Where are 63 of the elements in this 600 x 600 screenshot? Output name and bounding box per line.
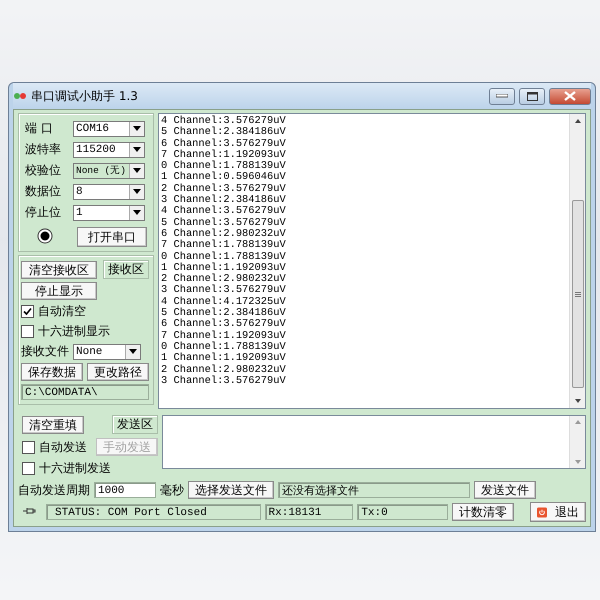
setting-label: 端 口 [25,120,54,137]
file-status-field: 还没有选择文件 [278,482,470,498]
checkbox[interactable] [22,462,35,475]
stop-display-button[interactable]: 停止显示 [21,282,97,300]
dropdown-arrow-icon [133,147,141,152]
dropdown-arrow-icon [133,126,141,131]
close-button[interactable] [549,88,591,104]
dropdown-arrow-icon [133,210,141,215]
tx-count-field: Tx:0 [357,504,448,520]
checkbox[interactable] [21,325,34,338]
stop-bits-select[interactable]: 1 [73,204,145,220]
setting-label: 波特率 [25,141,62,158]
baud-rate-select[interactable]: 115200 [73,142,145,158]
dropdown-arrow-icon [129,349,137,354]
minimize-icon [496,94,508,98]
status-field: STATUS: COM Port Closed [46,504,261,520]
save-data-button[interactable]: 保存数据 [21,363,83,381]
send-file-button[interactable]: 发送文件 [474,481,536,499]
dropdown-arrow-icon [133,189,141,194]
power-icon [537,506,547,518]
window-title: 串口调试小助手 1.3 [31,88,139,104]
exit-button[interactable]: 退出 [530,502,586,522]
hex-display-label: 十六进制显示 [38,323,110,340]
dropdown-arrow-icon [133,168,141,173]
save-path-field: C:\COMDATA\ [21,384,149,400]
scroll-up-arrow-icon[interactable] [574,118,582,124]
period-label: 自动发送周期 [18,482,90,498]
scroll-down-arrow-icon[interactable] [574,398,582,404]
hex-send-label: 十六进制发送 [39,460,111,477]
setting-label: 停止位 [25,204,62,221]
received-data-text: 4 Channel:3.576279uV 5 Channel:2.384186uV 6 Channel:3.576279uV 7 Channel:1.192093uV 0 Channel:1.788139uV 1 Channel:0.596046uV 2 Channel:3.576279uV 3 Channel:2.384186uV 4 Channel:3.576279uV 5 Channel:3.576279uV 6 Channel:2.980232uV 7 Channel:1.788139uV 0 Channel:1.788139uV 1 Channel:1.192093uV 2 Channel:2.980232uV 3 Channel:3.576279uV 4 Channel:4.172325uV 5 Channel:2.384186uV 6 Channel:3.576279uV 7 Channel:1.192093uV 0 Channel:1.788139uV 1 Channel:1.192093uV 2 Channel:2.980232uV 3 Channel:3.576279uV [160,114,287,389]
receive-text-area[interactable] [158,113,586,409]
close-icon [564,91,576,101]
maximize-icon [526,92,538,100]
unit-label: 毫秒 [160,482,184,498]
rx-count-field: Rx:18131 [264,504,354,520]
app-icon [13,90,27,102]
period-input[interactable]: 1000 [94,482,156,498]
data-bits-select[interactable]: 8 [73,184,145,200]
checkbox[interactable] [21,305,34,318]
checkbox[interactable] [22,440,35,454]
clear-send-button[interactable]: 清空重填 [22,416,84,434]
reset-count-button[interactable]: 计数清零 [452,503,514,521]
auto-send-label: 自动发送 [39,438,87,456]
clear-receive-button[interactable]: 清空接收区 [21,260,97,278]
setting-label: 校验位 [25,162,62,179]
minimize-button[interactable] [489,88,515,104]
setting-label: 数据位 [25,183,62,200]
auto-clear-label: 自动清空 [38,303,86,320]
receive-area-label: 接收区 [103,260,149,279]
port-select[interactable]: COM16 [73,120,145,136]
send-text-area[interactable] [162,415,586,469]
parity-select[interactable]: None (无) [73,162,145,178]
open-port-button[interactable]: 打开串口 [77,227,147,247]
choose-file-button[interactable]: 选择发送文件 [188,481,274,499]
send-area-label: 发送区 [112,415,158,434]
pin-icon[interactable] [22,506,36,516]
receive-file-label: 接收文件 [21,343,69,360]
grip-icon [574,292,580,296]
receive-file-select[interactable]: None [73,344,141,360]
maximize-button[interactable] [519,88,545,104]
scrollbar[interactable] [569,114,585,408]
change-path-button[interactable]: 更改路径 [87,363,149,381]
